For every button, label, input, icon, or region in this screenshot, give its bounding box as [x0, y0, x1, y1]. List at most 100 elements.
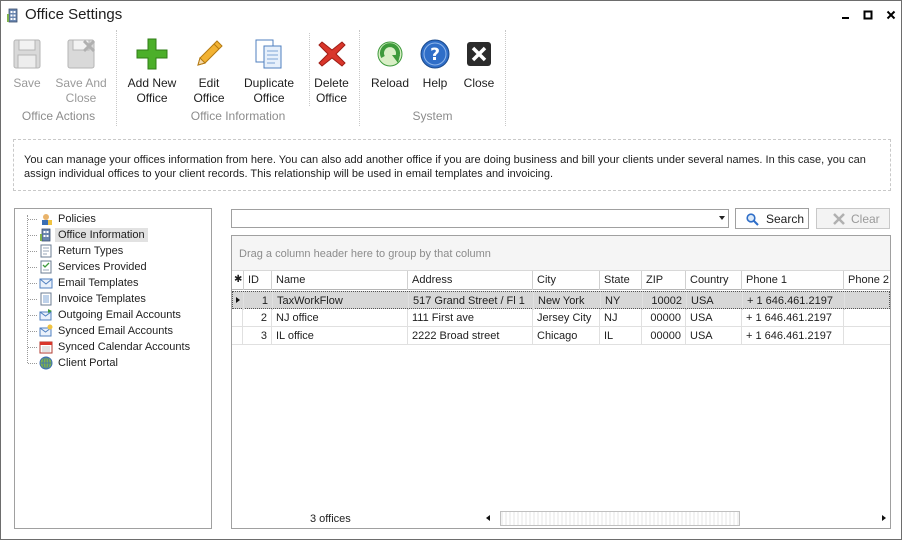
search-button[interactable]: Search	[735, 208, 809, 229]
table-cell[interactable]: 517 Grand Street / Fl 1	[409, 292, 534, 310]
reload-label: Reload	[370, 76, 410, 90]
table-cell[interactable]: NJ office	[272, 309, 408, 327]
table-row[interactable]: 1 TaxWorkFlow 517 Grand Street / Fl 1 New Y…	[232, 291, 890, 310]
table-cell[interactable]: USA	[686, 309, 742, 327]
table-cell[interactable]	[844, 309, 890, 327]
table-cell[interactable]: + 1 646.461.2197	[743, 292, 845, 310]
horizontal-scrollbar[interactable]	[484, 511, 890, 526]
scroll-left-icon[interactable]	[486, 515, 490, 521]
tree-item[interactable]: Invoice Templates	[15, 291, 211, 307]
row-indicator[interactable]	[232, 327, 243, 345]
outgoing-email-icon	[39, 309, 52, 321]
row-indicator[interactable]	[233, 292, 244, 310]
scroll-right-icon[interactable]	[882, 515, 886, 521]
chevron-down-icon[interactable]	[719, 216, 725, 220]
table-cell[interactable]: 3	[244, 327, 272, 345]
table-cell[interactable]: 1	[245, 292, 273, 310]
add-new-office-label-1: Add New	[127, 76, 177, 90]
table-row[interactable]: 2 NJ office 111 First ave Jersey City NJ 0000…	[232, 309, 890, 327]
tree-connector	[28, 347, 37, 348]
tree-item-label: Invoice Templates	[58, 293, 146, 305]
close-window-button[interactable]	[883, 7, 899, 23]
add-new-office-label-2: Office	[136, 91, 168, 105]
minimize-button[interactable]	[838, 7, 854, 23]
table-cell[interactable]: 00000	[642, 327, 686, 345]
tree-item[interactable]: Email Templates	[15, 275, 211, 291]
reload-icon	[377, 41, 403, 67]
table-cell[interactable]: IL office	[272, 327, 408, 345]
clear-button[interactable]: Clear	[816, 208, 890, 229]
close-button[interactable]: Close	[458, 33, 500, 91]
table-cell[interactable]	[844, 327, 890, 345]
table-cell[interactable]: USA	[686, 327, 742, 345]
tree-item[interactable]: Outgoing Email Accounts	[15, 307, 211, 323]
table-cell[interactable]: New York	[534, 292, 601, 310]
table-cell[interactable]: USA	[687, 292, 743, 310]
column-header[interactable]: Name	[272, 271, 408, 290]
group-by-hint: Drag a column header here to group by th…	[239, 248, 491, 260]
delete-x-icon	[317, 41, 346, 67]
column-header[interactable]: Country	[686, 271, 742, 290]
edit-office-button[interactable]: Edit Office	[187, 33, 231, 106]
tree-item[interactable]: Return Types	[15, 243, 211, 259]
info-text: You can manage your offices information …	[24, 154, 866, 180]
table-cell[interactable]: 2222 Broad street	[408, 327, 533, 345]
table-cell[interactable]: 2	[244, 309, 272, 327]
duplicate-office-label-1: Duplicate	[243, 76, 295, 90]
tree-item[interactable]: Policies	[15, 211, 211, 227]
save-button[interactable]: Save	[7, 33, 47, 91]
column-header[interactable]: State	[600, 271, 642, 290]
row-indicator[interactable]	[232, 309, 243, 327]
search-combo[interactable]	[231, 209, 729, 228]
column-header[interactable]: Phone 1	[742, 271, 844, 290]
edit-office-label-1: Edit	[198, 76, 220, 90]
return-types-icon	[40, 244, 52, 258]
table-cell[interactable]: 00000	[642, 309, 686, 327]
tree-item[interactable]: Synced Calendar Accounts	[15, 339, 211, 355]
table-cell[interactable]: IL	[600, 327, 642, 345]
add-new-office-button[interactable]: Add New Office	[125, 33, 179, 106]
system-group-label: System	[412, 109, 453, 123]
scrollbar-thumb[interactable]	[500, 511, 740, 526]
globe-icon	[39, 356, 53, 370]
table-cell[interactable]: + 1 646.461.2197	[742, 327, 844, 345]
reload-button[interactable]: Reload	[368, 33, 412, 91]
current-row-arrow-icon	[236, 297, 240, 303]
ribbon-group-office-actions: Save Save And Close Office Actions	[1, 30, 117, 126]
save-and-close-button[interactable]: Save And Close	[53, 33, 109, 106]
table-cell[interactable]: Chicago	[533, 327, 600, 345]
services-icon	[40, 260, 52, 274]
tree-item[interactable]: Synced Email Accounts	[15, 323, 211, 339]
group-by-panel[interactable]: Drag a column header here to group by th…	[232, 236, 890, 271]
search-icon	[746, 213, 759, 226]
table-cell[interactable]: 111 First ave	[408, 309, 533, 327]
tree-item[interactable]: Services Provided	[15, 259, 211, 275]
maximize-button[interactable]	[860, 7, 876, 23]
ribbon-group-office-information: Add New Office Edit Office Duplicate Off…	[117, 30, 360, 126]
column-header[interactable]: ID	[244, 271, 272, 290]
tree-connector	[28, 267, 37, 268]
column-header[interactable]: ZIP	[642, 271, 686, 290]
table-row[interactable]: 3 IL office 2222 Broad street Chicago IL 0000…	[232, 327, 890, 345]
table-cell[interactable]: NJ	[600, 309, 642, 327]
duplicate-office-button[interactable]: Duplicate Office	[237, 33, 301, 106]
minimize-icon	[842, 17, 849, 19]
calendar-icon	[39, 341, 53, 354]
svg-text:?: ?	[430, 45, 440, 65]
column-header[interactable]: Phone 2	[844, 271, 890, 290]
column-header[interactable]: Address	[408, 271, 533, 290]
column-header[interactable]: City	[533, 271, 600, 290]
table-cell[interactable]: NY	[601, 292, 643, 310]
table-cell[interactable]: + 1 646.461.2197	[742, 309, 844, 327]
tree-item[interactable]: Client Portal	[15, 355, 211, 371]
help-button[interactable]: ? Help	[416, 33, 454, 91]
policies-icon	[42, 214, 52, 225]
email-template-icon	[39, 278, 53, 289]
tree-item[interactable]: Office Information	[15, 227, 211, 243]
table-cell[interactable]	[845, 292, 890, 310]
table-cell[interactable]: TaxWorkFlow	[273, 292, 409, 310]
table-cell[interactable]: Jersey City	[533, 309, 600, 327]
tree-item-label: Return Types	[58, 245, 124, 257]
table-cell[interactable]: 10002	[643, 292, 687, 310]
delete-office-button[interactable]: Delete Office	[309, 33, 353, 106]
